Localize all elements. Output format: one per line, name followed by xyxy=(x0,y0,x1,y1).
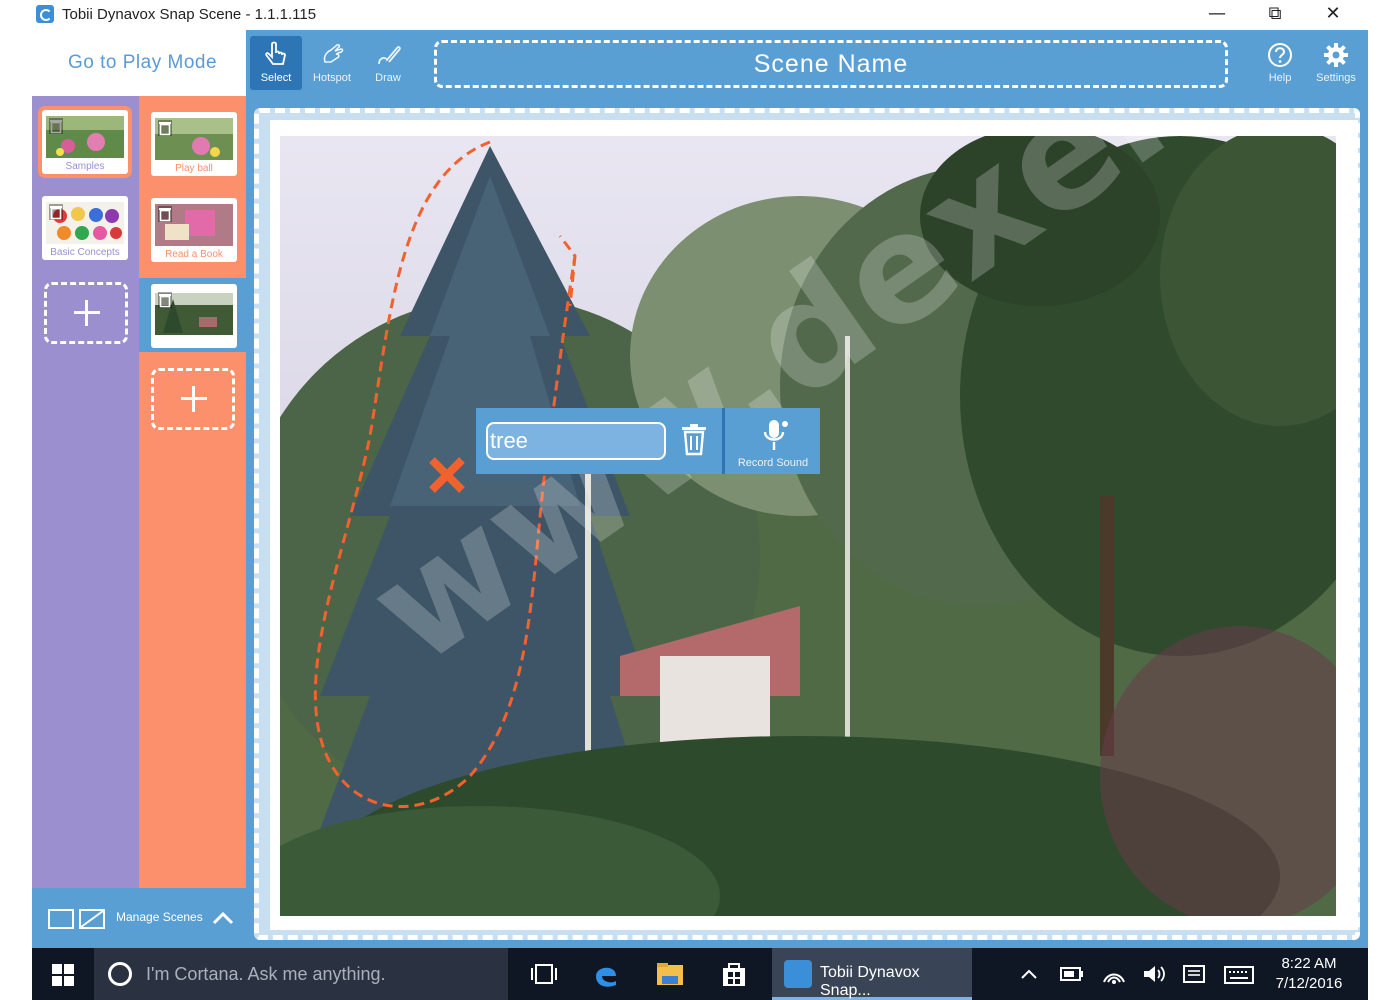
wifi-icon[interactable] xyxy=(1102,964,1126,984)
forest-scene-image xyxy=(280,136,1336,916)
draw-tool-label: Draw xyxy=(375,72,401,84)
scene-photo-frame: www.dexemp... xyxy=(270,120,1358,930)
close-button[interactable]: ✕ xyxy=(1304,0,1362,30)
minimize-button[interactable]: — xyxy=(1188,0,1246,30)
scene-photo[interactable]: www.dexemp... xyxy=(280,136,1336,916)
draw-tool-button[interactable]: Draw xyxy=(362,36,414,90)
manage-scenes-bar[interactable]: Manage Scenes xyxy=(32,888,246,948)
layout-icon xyxy=(48,909,105,929)
file-explorer-icon[interactable] xyxy=(656,962,684,986)
folder-caption: Basic Concepts xyxy=(50,247,120,258)
add-scene-button[interactable] xyxy=(151,368,235,430)
app-window: Tobii Dynavox Snap Scene - 1.1.1.115 — ⧉… xyxy=(32,0,1368,948)
scene-caption: Play ball xyxy=(175,163,213,174)
window-title: Tobii Dynavox Snap Scene - 1.1.1.115 xyxy=(62,6,317,23)
help-icon xyxy=(1268,43,1292,67)
windows-taskbar: I'm Cortana. Ask me anything. Tobii Dyna… xyxy=(32,948,1368,1000)
trash-icon[interactable] xyxy=(158,206,172,222)
trash-icon[interactable] xyxy=(49,204,63,220)
help-label: Help xyxy=(1268,72,1292,84)
hotspot-tool-label: Hotspot xyxy=(313,72,351,84)
scene-sidebar: Play ball Read a Book xyxy=(139,96,246,888)
trash-icon[interactable] xyxy=(680,424,708,456)
select-tool-button[interactable]: Select xyxy=(250,36,302,90)
go-to-play-mode-link[interactable]: Go to Play Mode xyxy=(68,52,217,74)
folder-samples[interactable]: Samples xyxy=(42,110,128,174)
hotspot-label-input[interactable] xyxy=(486,422,666,460)
plus-icon-bar xyxy=(74,311,100,314)
plus-icon-bar xyxy=(181,397,207,400)
taskbar-app-label: Tobii Dynavox Snap... xyxy=(820,964,920,999)
manage-scenes-label: Manage Scenes xyxy=(116,910,203,924)
folder-sidebar: Samples Basic Concepts xyxy=(32,96,139,888)
pencil-icon xyxy=(378,46,401,65)
scene-caption: Read a Book xyxy=(165,249,223,260)
hotspot-tool-button[interactable]: Hotspot xyxy=(306,36,358,90)
edit-toolbar: Select Hotspot Draw Scene Name Help Sett… xyxy=(246,30,1368,96)
gear-icon xyxy=(1324,43,1348,67)
scene-canvas-area: www.dexemp... xyxy=(246,96,1368,948)
record-sound-button[interactable]: Record Sound xyxy=(730,414,816,470)
system-clock[interactable]: 8:22 AM 7/12/2016 xyxy=(1264,954,1354,994)
close-hotspot-icon[interactable] xyxy=(426,454,468,496)
help-button[interactable]: Help xyxy=(1254,36,1306,90)
cortana-search-box[interactable]: I'm Cortana. Ask me anything. xyxy=(94,948,508,1000)
microphone-icon xyxy=(763,420,788,450)
folder-caption: Samples xyxy=(65,161,105,172)
snap-scene-app-icon xyxy=(784,960,812,988)
scene-play-ball[interactable]: Play ball xyxy=(151,112,237,176)
select-tool-label: Select xyxy=(260,72,292,84)
hotspot-hand-icon xyxy=(323,43,344,63)
trash-icon[interactable] xyxy=(158,292,172,308)
windows-start-icon[interactable] xyxy=(52,964,74,986)
settings-button[interactable]: Settings xyxy=(1310,36,1362,90)
folder-basic-concepts[interactable]: Basic Concepts xyxy=(42,196,128,260)
volume-icon[interactable] xyxy=(1142,964,1166,984)
cortana-placeholder: I'm Cortana. Ask me anything. xyxy=(146,964,386,984)
hotspot-editor-popup: Record Sound xyxy=(476,408,820,474)
store-icon[interactable] xyxy=(720,960,748,988)
settings-label: Settings xyxy=(1316,72,1356,84)
cortana-icon xyxy=(108,962,132,986)
record-sound-label: Record Sound xyxy=(737,457,809,469)
trash-icon[interactable] xyxy=(158,120,172,136)
battery-icon[interactable] xyxy=(1060,966,1084,982)
clock-time: 8:22 AM xyxy=(1281,955,1337,972)
taskbar-snap-scene-button[interactable]: Tobii Dynavox Snap... xyxy=(772,948,972,1000)
title-bar: Tobii Dynavox Snap Scene - 1.1.1.115 — ⧉… xyxy=(32,0,1368,30)
trash-icon[interactable] xyxy=(49,118,63,134)
action-center-icon[interactable] xyxy=(1182,964,1206,986)
task-view-icon[interactable] xyxy=(530,964,558,984)
scene-name-field[interactable]: Scene Name xyxy=(434,40,1228,88)
chevron-up-icon[interactable] xyxy=(212,910,234,926)
edge-browser-icon[interactable] xyxy=(592,960,620,988)
keyboard-icon[interactable] xyxy=(1224,966,1254,984)
add-folder-button[interactable] xyxy=(44,282,128,344)
clock-date: 7/12/2016 xyxy=(1275,975,1343,992)
restore-button[interactable]: ⧉ xyxy=(1246,0,1304,30)
scene-current[interactable] xyxy=(151,284,237,348)
chevron-up-icon[interactable] xyxy=(1020,968,1038,980)
popup-divider xyxy=(722,408,725,474)
scene-read-a-book[interactable]: Read a Book xyxy=(151,198,237,262)
hand-pointer-icon xyxy=(265,41,286,65)
play-mode-panel: Go to Play Mode xyxy=(32,30,246,96)
app-icon xyxy=(36,5,54,23)
